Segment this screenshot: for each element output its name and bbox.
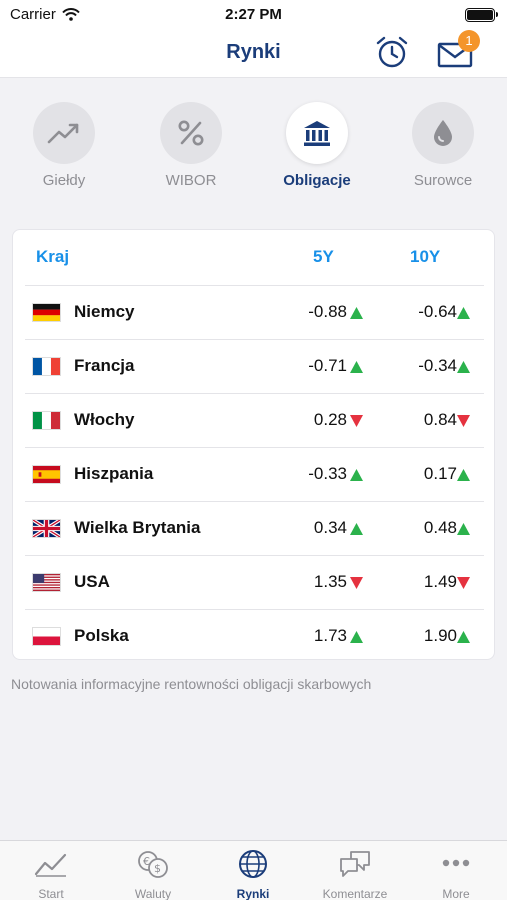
table-row[interactable]: Niemcy -0.88 -0.64: [13, 285, 496, 339]
header-country[interactable]: Kraj: [36, 247, 69, 267]
flag-usa-icon: [32, 573, 61, 592]
arrow-up-icon: [457, 469, 470, 481]
tab-more[interactable]: More: [411, 849, 501, 900]
tab-rynki[interactable]: Rynki: [208, 849, 298, 900]
arrow-up-icon: [457, 631, 470, 643]
category-label: Giełdy: [42, 172, 86, 189]
category-gieldy[interactable]: Giełdy: [14, 102, 114, 189]
tab-label: Rynki: [236, 887, 270, 900]
tab-bar: Start € $ Waluty Rynki Komentarze More: [0, 840, 507, 900]
category-label: Obligacje: [283, 172, 351, 189]
percent-icon: [178, 120, 204, 146]
tab-label: Komentarze: [322, 887, 388, 900]
svg-text:€: €: [143, 855, 150, 868]
flag-italy-icon: [32, 411, 61, 430]
status-time: 2:27 PM: [225, 6, 282, 23]
yield-10y: 1.49: [423, 572, 457, 591]
country-name: USA: [74, 572, 110, 591]
arrow-up-icon: [457, 361, 470, 373]
category-surowce[interactable]: Surowce: [393, 102, 493, 189]
arrow-up-icon: [350, 307, 363, 319]
chart-line-icon: [34, 853, 67, 877]
flag-poland-icon: [32, 627, 61, 646]
header-5y[interactable]: 5Y: [313, 247, 334, 267]
table-footnote: Notowania informacyjne rentowności oblig…: [11, 676, 372, 692]
flag-uk-icon: [32, 519, 61, 538]
yield-10y: -0.34: [418, 356, 457, 375]
country-name: Wielka Brytania: [74, 518, 201, 537]
header-10y[interactable]: 10Y: [410, 247, 440, 267]
flag-germany-icon: [32, 303, 61, 322]
nav-bar: Rynki 1: [0, 28, 507, 78]
tab-label: More: [442, 887, 470, 900]
page-title: Rynki: [226, 41, 281, 63]
svg-text:$: $: [154, 862, 161, 875]
yield-5y: -0.71: [308, 356, 347, 375]
table-row[interactable]: Włochy 0.28 0.84: [13, 393, 496, 447]
country-name: Niemcy: [74, 302, 135, 321]
alarm-clock-icon[interactable]: [374, 34, 410, 70]
yield-10y: 1.90: [423, 626, 457, 645]
more-dots-icon: [442, 859, 470, 867]
table-row[interactable]: Hiszpania -0.33 0.17: [13, 447, 496, 501]
status-bar: Carrier 2:27 PM: [0, 0, 507, 28]
arrow-down-icon: [350, 577, 363, 589]
table-row[interactable]: USA 1.35 1.49: [13, 555, 496, 609]
arrow-up-icon: [350, 361, 363, 373]
tab-label: Waluty: [134, 887, 172, 900]
category-label: WIBOR: [165, 172, 217, 189]
flag-france-icon: [32, 357, 61, 376]
trend-chart-icon: [47, 123, 79, 144]
arrow-up-icon: [457, 523, 470, 535]
bank-building-icon: [304, 121, 330, 146]
category-label: Surowce: [413, 172, 473, 189]
country-name: Polska: [74, 626, 129, 645]
table-row[interactable]: Polska 1.73 1.90: [13, 609, 496, 663]
arrow-up-icon: [350, 469, 363, 481]
tab-waluty[interactable]: € $ Waluty: [108, 849, 198, 900]
currency-icon: € $: [138, 851, 168, 878]
mail-badge: 1: [458, 30, 480, 52]
arrow-up-icon: [350, 631, 363, 643]
table-row[interactable]: Wielka Brytania 0.34 0.48: [13, 501, 496, 555]
yield-10y: -0.64: [418, 302, 457, 321]
globe-icon: [239, 850, 267, 878]
yield-5y: 1.73: [313, 626, 347, 645]
tab-start[interactable]: Start: [6, 849, 96, 900]
category-wibor[interactable]: WIBOR: [141, 102, 241, 189]
battery-icon: [465, 8, 498, 22]
tab-komentarze[interactable]: Komentarze: [310, 849, 400, 900]
yield-10y: 0.84: [423, 410, 457, 429]
yield-5y: 0.34: [313, 518, 347, 537]
yield-5y: -0.33: [308, 464, 347, 483]
table-header: Kraj 5Y 10Y: [13, 230, 496, 285]
bonds-table: Kraj 5Y 10Y Niemcy -0.88 -0.64 Francja -…: [12, 229, 495, 660]
country-name: Włochy: [74, 410, 135, 429]
arrow-down-icon: [457, 415, 470, 427]
table-row[interactable]: Francja -0.71 -0.34: [13, 339, 496, 393]
country-name: Francja: [74, 356, 135, 375]
drop-icon: [434, 120, 452, 146]
yield-10y: 0.17: [423, 464, 457, 483]
country-name: Hiszpania: [74, 464, 154, 483]
yield-5y: 1.35: [313, 572, 347, 591]
arrow-down-icon: [457, 577, 470, 589]
arrow-up-icon: [350, 523, 363, 535]
flag-spain-icon: [32, 465, 61, 484]
yield-5y: -0.88: [308, 302, 347, 321]
arrow-down-icon: [350, 415, 363, 427]
arrow-up-icon: [457, 307, 470, 319]
tab-label: Start: [38, 887, 64, 900]
category-obligacje[interactable]: Obligacje: [267, 102, 367, 189]
yield-5y: 0.28: [313, 410, 347, 429]
chat-bubbles-icon: [340, 851, 370, 877]
yield-10y: 0.48: [423, 518, 457, 537]
